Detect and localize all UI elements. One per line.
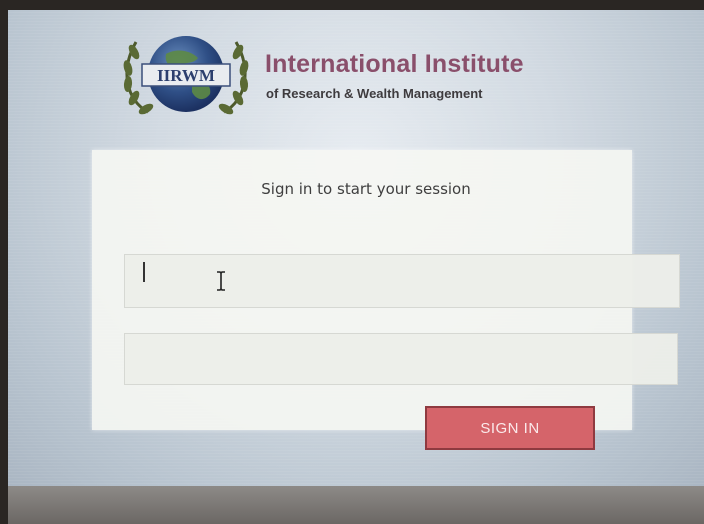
iirwm-logo: IIRWM: [123, 36, 249, 115]
logo-text: IIRWM: [157, 66, 215, 85]
password-input[interactable]: [124, 333, 678, 385]
monitor-bezel: [8, 486, 704, 524]
ibeam-cursor-icon: [217, 271, 225, 291]
brand-title: International Institute: [265, 50, 524, 78]
sign-in-button[interactable]: SIGN IN: [425, 406, 595, 450]
brand-subtitle: of Research & Wealth Management: [266, 86, 483, 101]
text-caret: [143, 262, 145, 282]
username-input[interactable]: [124, 254, 680, 308]
login-message: Sign in to start your session: [261, 180, 471, 198]
